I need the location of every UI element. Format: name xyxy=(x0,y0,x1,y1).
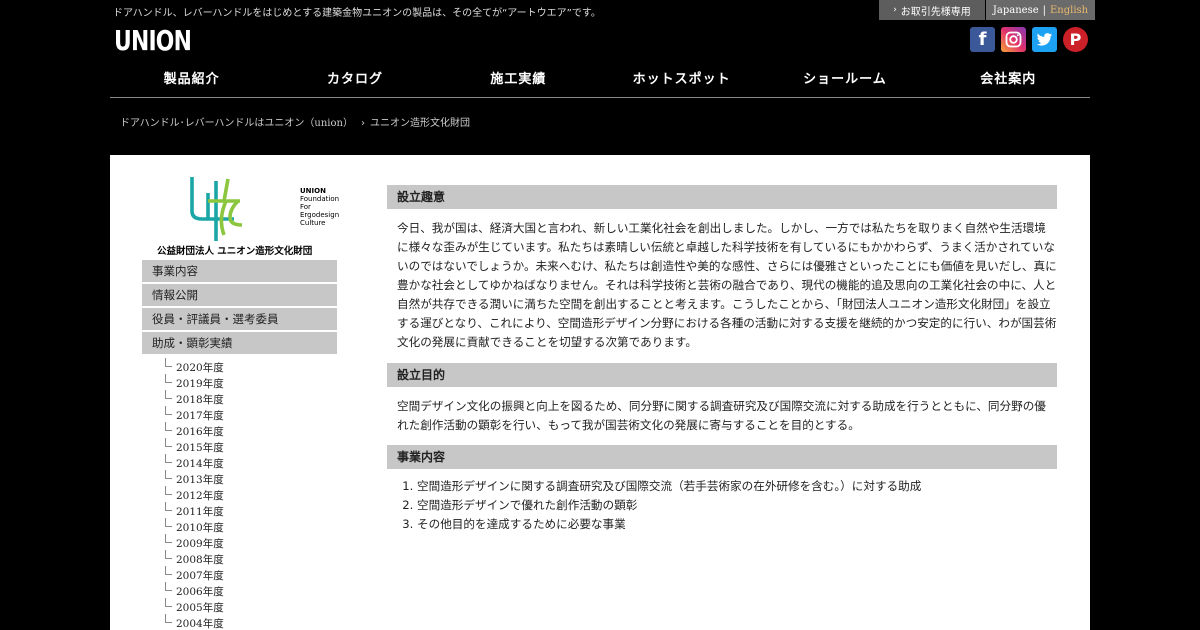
year-link[interactable]: 2013年度 xyxy=(165,470,337,488)
year-link[interactable]: 2020年度 xyxy=(165,358,337,376)
nav-catalog[interactable]: カタログ xyxy=(273,66,436,97)
nav-hotspot[interactable]: ホットスポット xyxy=(600,66,763,97)
foundation-name: 公益財団法人 ユニオン造形文化財団 xyxy=(157,246,313,257)
year-link[interactable]: 2016年度 xyxy=(165,422,337,440)
year-list: 2020年度 2019年度 2018年度 2017年度 2016年度 2015年… xyxy=(142,358,337,630)
lang-english-link[interactable]: English xyxy=(1050,5,1088,16)
foundation-english-name: UNION Foundation For Ergodesign Culture xyxy=(300,187,340,227)
sidebar-item-business[interactable]: 事業内容 xyxy=(142,260,337,282)
year-link[interactable]: 2017年度 xyxy=(165,406,337,424)
union-logo[interactable]: UNION xyxy=(114,24,192,58)
list-item: 空間造形デザインに関する調査研究及び国際交流（若手芸術家の在外研修を含む。）に対… xyxy=(417,477,1057,496)
list-item: その他目的を達成するために必要な事業 xyxy=(417,515,1057,534)
nav-company[interactable]: 会社案内 xyxy=(927,66,1090,97)
year-link[interactable]: 2018年度 xyxy=(165,390,337,408)
language-switch: Japanese | English xyxy=(986,0,1095,20)
nav-works[interactable]: 施工実績 xyxy=(437,66,600,97)
year-link[interactable]: 2005年度 xyxy=(165,598,337,616)
year-link[interactable]: 2011年度 xyxy=(165,502,337,520)
section-heading: 設立趣意 xyxy=(387,185,1057,209)
dealer-link-label: お取引先様専用 xyxy=(900,6,971,18)
social-links: f P xyxy=(970,27,1088,52)
top-links: › お取引先様専用 Japanese | English xyxy=(879,0,1095,20)
section-text: 今日、我が国は、経済大国と言われ、新しい工業化社会を創出しました。しかし、一方で… xyxy=(397,221,1057,349)
year-link[interactable]: 2009年度 xyxy=(165,534,337,552)
instagram-icon[interactable] xyxy=(1001,27,1026,52)
sidebar-item-disclosure[interactable]: 情報公開 xyxy=(142,284,337,306)
year-link[interactable]: 2012年度 xyxy=(165,486,337,504)
section-heading: 事業内容 xyxy=(387,445,1057,469)
breadcrumb-home-link[interactable]: ドアハンドル･レバーハンドルはユニオン（union） xyxy=(120,118,353,129)
site-tagline: ドアハンドル、レバーハンドルをはじめとする建築金物ユニオンの製品は、その全てが“… xyxy=(113,8,601,19)
section-text: 空間デザイン文化の振興と向上を図るため、同分野に関する調査研究及び国際交流に対す… xyxy=(397,399,1046,432)
dealer-only-link[interactable]: › お取引先様専用 xyxy=(879,0,985,20)
list-item: 空間造形デザインで優れた創作活動の顕彰 xyxy=(417,496,1057,515)
year-link[interactable]: 2010年度 xyxy=(165,518,337,536)
chevron-right-icon: › xyxy=(893,5,897,15)
year-link[interactable]: 2006年度 xyxy=(165,582,337,600)
main-content: 設立趣意 今日、我が国は、経済大国と言われ、新しい工業化社会を創出しました。しか… xyxy=(387,185,1057,534)
year-link[interactable]: 2019年度 xyxy=(165,374,337,392)
year-link[interactable]: 2008年度 xyxy=(165,550,337,568)
foundation-logo[interactable]: UNION Foundation For Ergodesign Culture xyxy=(188,175,339,253)
year-link[interactable]: 2015年度 xyxy=(165,438,337,456)
global-nav: 製品紹介 カタログ 施工実績 ホットスポット ショールーム 会社案内 xyxy=(110,66,1090,98)
foundation-mark-icon xyxy=(190,177,243,241)
year-link[interactable]: 2007年度 xyxy=(165,566,337,584)
chevron-right-icon: › xyxy=(360,118,365,129)
sidebar-item-grants[interactable]: 助成・顕彰実績 xyxy=(142,332,337,354)
year-link[interactable]: 2004年度 xyxy=(165,614,337,630)
lang-separator: | xyxy=(1042,4,1046,16)
facebook-icon[interactable]: f xyxy=(970,27,995,52)
pinterest-icon[interactable]: P xyxy=(1063,27,1088,52)
sidebar-menu: 事業内容 情報公開 役員・評議員・選考委員 助成・顕彰実績 2020年度 201… xyxy=(142,260,337,630)
breadcrumb: ドアハンドル･レバーハンドルはユニオン（union） › ユニオン造形文化財団 xyxy=(120,114,470,129)
breadcrumb-current: ユニオン造形文化財団 xyxy=(369,118,470,129)
year-link[interactable]: 2014年度 xyxy=(165,454,337,472)
nav-products[interactable]: 製品紹介 xyxy=(110,66,273,97)
sidebar-item-officers[interactable]: 役員・評議員・選考委員 xyxy=(142,308,337,330)
business-list: 空間造形デザインに関する調査研究及び国際交流（若手芸術家の在外研修を含む。）に対… xyxy=(387,469,1057,534)
content-area: UNION Foundation For Ergodesign Culture … xyxy=(110,155,1090,630)
nav-showroom[interactable]: ショールーム xyxy=(763,66,926,97)
section-heading: 設立目的 xyxy=(387,363,1057,387)
lang-japanese-link[interactable]: Japanese xyxy=(993,5,1039,16)
twitter-icon[interactable] xyxy=(1032,27,1057,52)
